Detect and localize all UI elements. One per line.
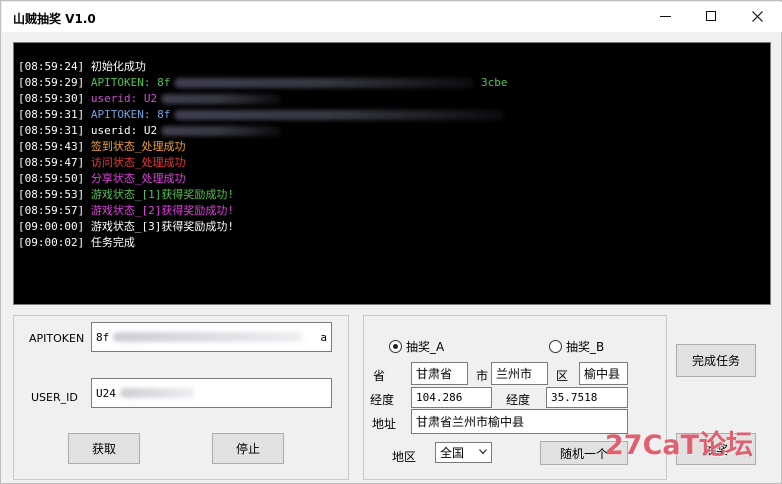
- log-suffix: 3cbe: [474, 76, 508, 89]
- log-timestamp: [08:59:47]: [18, 156, 85, 169]
- log-line: [08:59:31] userid: U2: [18, 123, 770, 139]
- stop-button[interactable]: 停止: [212, 433, 284, 464]
- log-timestamp: [08:59:24]: [18, 60, 85, 73]
- log-line: [08:59:29] APITOKEN: 8f 3cbe: [18, 75, 770, 91]
- complete-task-button[interactable]: 完成任务: [676, 344, 756, 377]
- log-console[interactable]: [08:59:24] 初始化成功 [08:59:29] APITOKEN: 8f …: [13, 42, 771, 305]
- minimize-icon: [659, 15, 671, 17]
- apitoken-label: APITOKEN: [29, 332, 85, 345]
- latitude-input[interactable]: 35.7518: [546, 387, 628, 408]
- redaction-mask: [161, 94, 282, 104]
- log-timestamp: [08:59:57]: [18, 204, 85, 217]
- log-timestamp: [08:59:31]: [18, 108, 85, 121]
- radio-lottery-b[interactable]: 抽奖_B: [549, 338, 604, 355]
- fetch-button[interactable]: 获取: [68, 433, 140, 464]
- maximize-button[interactable]: [688, 2, 734, 30]
- log-message: 签到状态_处理成功: [84, 140, 186, 153]
- redaction-mask: [174, 110, 505, 120]
- log-line: [08:59:57] 游戏状态_[2]获得奖励成功!: [18, 203, 770, 219]
- log-line: [08:59:43] 签到状态_处理成功: [18, 139, 770, 155]
- log-timestamp: [08:59:53]: [18, 188, 85, 201]
- log-timestamp: [08:59:29]: [18, 76, 85, 89]
- longitude-label: 经度: [370, 393, 395, 407]
- chevron-down-icon: [479, 449, 487, 455]
- log-line: [08:59:24] 初始化成功: [18, 59, 770, 75]
- redaction-mask: [113, 332, 304, 342]
- province-input[interactable]: 甘肃省: [411, 362, 468, 385]
- log-line: [09:00:00] 游戏状态_[3]获得奖励成功!: [18, 219, 770, 235]
- log-line: [08:59:53] 游戏状态_[1]获得奖励成功!: [18, 187, 770, 203]
- log-message: APITOKEN: 8f: [84, 108, 171, 121]
- log-message: 游戏状态_[1]获得奖励成功!: [84, 188, 234, 201]
- province-label: 省: [373, 369, 386, 383]
- redaction-mask: [119, 388, 195, 398]
- apitoken-input[interactable]: 8f a: [91, 322, 332, 352]
- watermark-text: 27CaT论坛: [605, 430, 754, 461]
- log-timestamp: [08:59:43]: [18, 140, 85, 153]
- title-bar[interactable]: 山贼抽奖 V1.0: [2, 2, 782, 32]
- log-message: 任务完成: [84, 236, 135, 249]
- radio-checked-icon: [389, 340, 402, 353]
- close-icon: [751, 10, 763, 22]
- longitude-input[interactable]: 104.286: [411, 387, 492, 408]
- latitude-label: 经度: [506, 393, 531, 407]
- radio-lottery-a-label: 抽奖_A: [406, 340, 445, 354]
- log-timestamp: [08:59:50]: [18, 172, 85, 185]
- log-message: 游戏状态_[2]获得奖励成功!: [84, 204, 234, 217]
- region-select-value: 全国: [440, 446, 465, 460]
- log-message: 游戏状态_[3]获得奖励成功!: [84, 220, 234, 233]
- log-line: [08:59:31] APITOKEN: 8f: [18, 107, 770, 123]
- radio-lottery-a[interactable]: 抽奖_A: [389, 338, 444, 355]
- log-message: 分享状态_处理成功: [84, 172, 186, 185]
- minimize-button[interactable]: [642, 2, 688, 30]
- apitoken-tail: a: [320, 330, 327, 344]
- radio-lottery-b-label: 抽奖_B: [566, 340, 605, 354]
- redaction-mask: [161, 126, 282, 136]
- maximize-icon: [706, 11, 716, 21]
- close-button[interactable]: [734, 2, 780, 30]
- app-window: 山贼抽奖 V1.0 [08:59:24] 初始化成功 [08:59:29] API…: [0, 0, 782, 484]
- district-label: 区: [556, 369, 569, 383]
- log-timestamp: [09:00:02]: [18, 236, 85, 249]
- log-line: [08:59:50] 分享状态_处理成功: [18, 171, 770, 187]
- address-label: 地址: [372, 417, 397, 431]
- region-select[interactable]: 全国: [435, 442, 492, 463]
- log-message: userid: U2: [84, 124, 158, 137]
- log-line: [09:00:02] 任务完成: [18, 235, 770, 251]
- userid-input[interactable]: U24: [91, 378, 332, 408]
- log-line: [08:59:30] userid: U2: [18, 91, 770, 107]
- log-message: 访问状态_处理成功: [84, 156, 186, 169]
- radio-unchecked-icon: [549, 340, 562, 353]
- log-message: APITOKEN: 8f: [84, 76, 171, 89]
- address-input[interactable]: 甘肃省兰州市榆中县: [411, 409, 628, 434]
- city-label: 市: [476, 369, 489, 383]
- log-timestamp: [08:59:30]: [18, 92, 85, 105]
- log-timestamp: [09:00:00]: [18, 220, 85, 233]
- log-timestamp: [08:59:31]: [18, 124, 85, 137]
- log-message: userid: U2: [84, 92, 158, 105]
- district-input[interactable]: 榆中县: [579, 362, 628, 385]
- region-label: 地区: [392, 450, 417, 464]
- userid-value: U24: [96, 386, 116, 400]
- apitoken-value: 8f: [96, 330, 110, 344]
- log-line: [08:59:47] 访问状态_处理成功: [18, 155, 770, 171]
- window-title: 山贼抽奖 V1.0: [13, 12, 96, 26]
- userid-label: USER_ID: [31, 391, 78, 404]
- redaction-mask: [174, 78, 475, 88]
- city-input[interactable]: 兰州市: [491, 362, 548, 385]
- log-message: 初始化成功: [84, 60, 146, 73]
